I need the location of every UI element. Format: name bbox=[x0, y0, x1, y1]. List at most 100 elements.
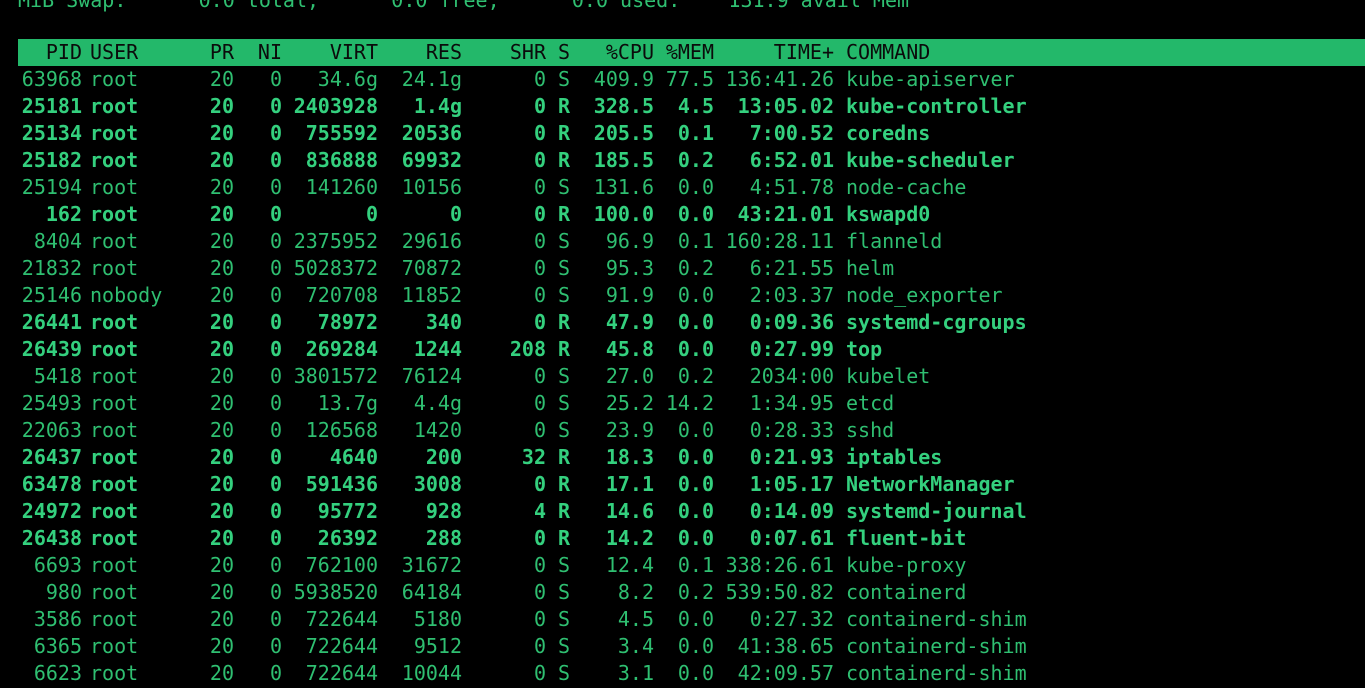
header-pid: PID bbox=[45, 40, 82, 64]
process-mem: 0.0 bbox=[677, 499, 714, 523]
process-nice: 0 bbox=[269, 121, 282, 145]
process-row[interactable]: 24972 root 20 0 95772 928 4 R 14.6 0.0 0:14.09 syst… bbox=[18, 498, 1365, 525]
process-virt: 722644 bbox=[305, 607, 378, 631]
process-nice: 0 bbox=[269, 661, 282, 685]
process-row[interactable]: 26439 root 20 0 269284 1244 208 R 45.8 0.0 0:27.99… bbox=[18, 336, 1365, 363]
process-res: 69932 bbox=[401, 148, 462, 172]
process-row[interactable]: 26437 root 20 0 4640 200 32 R 18.3 0.0 0:21.93 ipta… bbox=[18, 444, 1365, 471]
process-list[interactable]: 63968 root 20 0 34.6g 24.1g 0 S 409.9 77.5 136:41.… bbox=[18, 66, 1365, 687]
process-row[interactable]: 63478 root 20 0 591436 3008 0 R 17.1 0.0 1:05.17 Ne… bbox=[18, 471, 1365, 498]
process-pid: 25194 bbox=[21, 175, 82, 199]
process-user: root bbox=[90, 607, 139, 631]
process-row[interactable]: 5418 root 20 0 3801572 76124 0 S 27.0 0.2 2034:00 k… bbox=[18, 363, 1365, 390]
process-shr: 0 bbox=[533, 202, 546, 226]
process-row[interactable]: 980 root 20 0 5938520 64184 0 S 8.2 0.2 539:50.82 c… bbox=[18, 579, 1365, 606]
process-mem: 77.5 bbox=[665, 67, 714, 91]
process-res: 1.4g bbox=[413, 94, 462, 118]
process-command: systemd-cgroups bbox=[846, 310, 1027, 334]
process-state: R bbox=[558, 526, 571, 550]
process-user: root bbox=[90, 94, 139, 118]
process-row[interactable]: 25182 root 20 0 836888 69932 0 R 185.5 0.2 6:52.01… bbox=[18, 147, 1365, 174]
process-priority: 20 bbox=[209, 634, 234, 658]
process-nice: 0 bbox=[269, 364, 282, 388]
process-shr: 0 bbox=[533, 67, 546, 91]
process-time: 6:21.55 bbox=[749, 256, 834, 280]
process-user: root bbox=[90, 526, 139, 550]
process-command: flanneld bbox=[846, 229, 943, 253]
process-row[interactable]: 8404 root 20 0 2375952 29616 0 S 96.9 0.1 160:28.1… bbox=[18, 228, 1365, 255]
process-virt: 26392 bbox=[317, 526, 378, 550]
process-time: 4:51.78 bbox=[749, 175, 834, 199]
process-cpu: 8.2 bbox=[617, 580, 654, 604]
process-user: root bbox=[90, 148, 139, 172]
process-state: R bbox=[558, 202, 571, 226]
process-priority: 20 bbox=[209, 202, 234, 226]
process-time: 1:34.95 bbox=[749, 391, 834, 415]
process-res: 9512 bbox=[413, 634, 462, 658]
process-pid: 26438 bbox=[21, 526, 82, 550]
process-command: systemd-journal bbox=[846, 499, 1027, 523]
process-row[interactable]: 63968 root 20 0 34.6g 24.1g 0 S 409.9 77.5 136:41.… bbox=[18, 66, 1365, 93]
process-user: root bbox=[90, 202, 139, 226]
process-row[interactable]: 25146 nobody 20 0 720708 11852 0 S 91.9 0.0 2:03.3… bbox=[18, 282, 1365, 309]
process-user: root bbox=[90, 634, 139, 658]
process-row[interactable]: 3586 root 20 0 722644 5180 0 S 4.5 0.0 0:27.32 cont… bbox=[18, 606, 1365, 633]
process-cpu: 17.1 bbox=[605, 472, 654, 496]
process-row[interactable]: 25134 root 20 0 755592 20536 0 R 205.5 0.1 7:00.52… bbox=[18, 120, 1365, 147]
process-state: R bbox=[558, 94, 571, 118]
process-res: 3008 bbox=[413, 472, 462, 496]
process-user: root bbox=[90, 121, 139, 145]
process-virt: 720708 bbox=[305, 283, 378, 307]
process-row[interactable]: 25181 root 20 0 2403928 1.4g 0 R 328.5 4.5 13:05.0… bbox=[18, 93, 1365, 120]
process-time: 0:27.32 bbox=[749, 607, 834, 631]
process-command: coredns bbox=[846, 121, 931, 145]
process-res: 1420 bbox=[413, 418, 462, 442]
terminal-window[interactable]: MiB Swap: 0.0 total, 0.0 free, 0.0 used.… bbox=[0, 0, 1365, 688]
process-nice: 0 bbox=[269, 94, 282, 118]
process-row[interactable]: 26441 root 20 0 78972 340 0 R 47.9 0.0 0:09.36 syst… bbox=[18, 309, 1365, 336]
process-state: S bbox=[558, 67, 571, 91]
process-row[interactable]: 25493 root 20 0 13.7g 4.4g 0 S 25.2 14.2 1:34.95 et… bbox=[18, 390, 1365, 417]
process-time: 136:41.26 bbox=[725, 67, 834, 91]
process-user: root bbox=[90, 175, 139, 199]
process-nice: 0 bbox=[269, 499, 282, 523]
process-cpu: 14.6 bbox=[605, 499, 654, 523]
process-time: 0:21.93 bbox=[749, 445, 834, 469]
process-row[interactable]: 6365 root 20 0 722644 9512 0 S 3.4 0.0 41:38.65 con… bbox=[18, 633, 1365, 660]
process-state: S bbox=[558, 283, 571, 307]
process-mem: 0.1 bbox=[677, 553, 714, 577]
process-row[interactable]: 6693 root 20 0 762100 31672 0 S 12.4 0.1 338:26.61… bbox=[18, 552, 1365, 579]
process-state: S bbox=[558, 661, 571, 685]
process-row[interactable]: 162 root 20 0 0 0 0 R 100.0 0.0 43:21.01 kswapd0 bbox=[18, 201, 1365, 228]
header-command: COMMAND bbox=[846, 40, 931, 64]
process-shr: 0 bbox=[533, 94, 546, 118]
process-state: S bbox=[558, 175, 571, 199]
process-user: root bbox=[90, 364, 139, 388]
process-mem: 0.2 bbox=[677, 148, 714, 172]
process-nice: 0 bbox=[269, 337, 282, 361]
process-res: 288 bbox=[425, 526, 462, 550]
process-row[interactable]: 26438 root 20 0 26392 288 0 R 14.2 0.0 0:07.61 flue… bbox=[18, 525, 1365, 552]
process-priority: 20 bbox=[209, 67, 234, 91]
process-row[interactable]: 6623 root 20 0 722644 10044 0 S 3.1 0.0 42:09.57 co… bbox=[18, 660, 1365, 687]
header-pr: PR bbox=[209, 40, 234, 64]
process-pid: 24972 bbox=[21, 499, 82, 523]
process-res: 0 bbox=[449, 202, 462, 226]
process-virt: 0 bbox=[365, 202, 378, 226]
process-mem: 0.0 bbox=[677, 310, 714, 334]
process-priority: 20 bbox=[209, 553, 234, 577]
process-pid: 26441 bbox=[21, 310, 82, 334]
process-row[interactable]: 25194 root 20 0 141260 10156 0 S 131.6 0.0 4:51.78… bbox=[18, 174, 1365, 201]
process-nice: 0 bbox=[269, 175, 282, 199]
process-command: sshd bbox=[846, 418, 895, 442]
process-row[interactable]: 22063 root 20 0 126568 1420 0 S 23.9 0.0 0:28.33 ss… bbox=[18, 417, 1365, 444]
process-priority: 20 bbox=[209, 337, 234, 361]
process-nice: 0 bbox=[269, 472, 282, 496]
process-command: kube-apiserver bbox=[846, 67, 1015, 91]
process-res: 70872 bbox=[401, 256, 462, 280]
process-res: 64184 bbox=[401, 580, 462, 604]
swap-summary-line: MiB Swap: 0.0 total, 0.0 free, 0.0 used.… bbox=[18, 0, 910, 12]
process-shr: 0 bbox=[533, 607, 546, 631]
process-shr: 0 bbox=[533, 121, 546, 145]
process-row[interactable]: 21832 root 20 0 5028372 70872 0 S 95.3 0.2 6:21.55… bbox=[18, 255, 1365, 282]
